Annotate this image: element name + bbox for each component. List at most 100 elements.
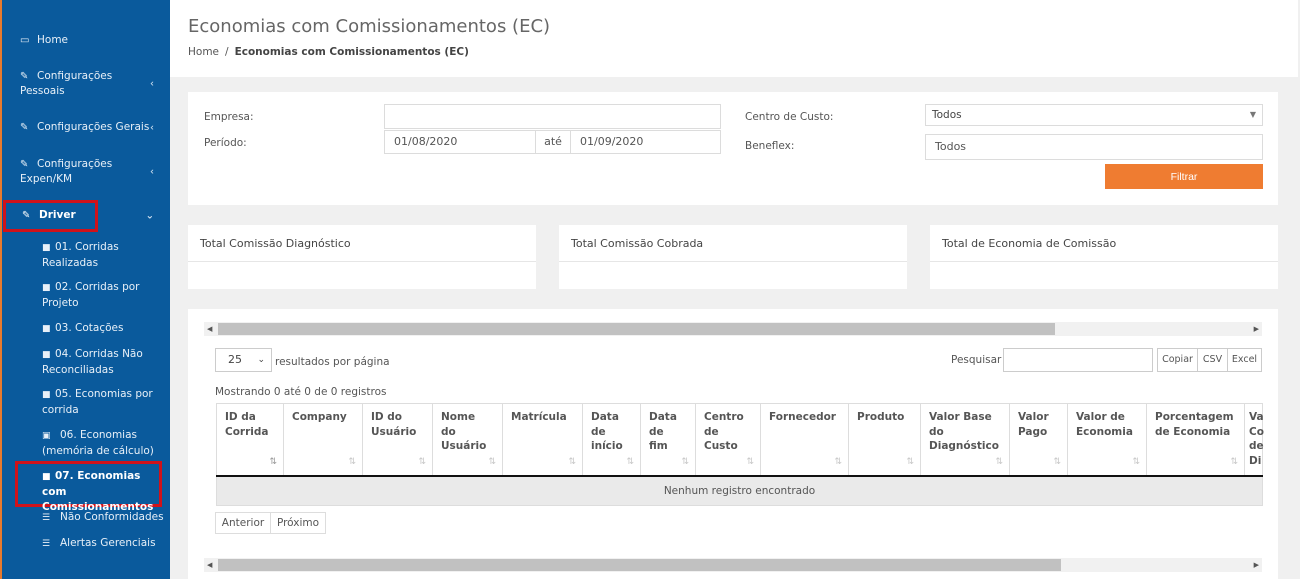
column-header-label: Produto bbox=[857, 411, 905, 423]
column-header[interactable]: Centro de Custo ⇅ bbox=[695, 403, 761, 477]
sidebar-sub-economias-comissionamentos[interactable]: ■ 07. Economias com Comissionamentos bbox=[42, 469, 164, 515]
next-page-button[interactable]: Próximo bbox=[270, 512, 326, 534]
scroll-left-icon[interactable]: ◀ bbox=[207, 322, 212, 336]
sidebar-item-driver[interactable]: ✎ Driver ⌄ bbox=[0, 208, 170, 223]
filter-button[interactable]: Filtrar bbox=[1105, 164, 1263, 189]
column-header-label: do bbox=[929, 425, 944, 438]
breadcrumb-home[interactable]: Home bbox=[188, 46, 219, 58]
sidebar-item-config-pessoais[interactable]: ✎ Configurações Pessoais ‹ bbox=[0, 69, 170, 99]
scrollbar-thumb[interactable] bbox=[218, 559, 1061, 571]
column-header[interactable]: Valor de Economia ⇅ bbox=[1067, 403, 1147, 477]
sidebar-sub-alertas-gerenciais[interactable]: ☰ Alertas Gerenciais bbox=[42, 536, 164, 552]
column-header-label: Nome bbox=[441, 411, 476, 423]
column-header-label: início bbox=[591, 440, 623, 452]
chevron-left-icon: ‹ bbox=[150, 78, 154, 90]
centro-custo-label: Centro de Custo: bbox=[745, 111, 834, 123]
column-header[interactable]: Nome do Usuário ⇅ bbox=[432, 403, 503, 477]
horizontal-scrollbar-bottom[interactable]: ◀ ▶ bbox=[204, 558, 1262, 572]
sidebar-item-config-gerais[interactable]: ✎ Configurações Gerais ‹ bbox=[0, 120, 170, 135]
column-header[interactable]: Va Co de Di bbox=[1244, 403, 1264, 477]
column-header[interactable]: ID do Usuário ⇅ bbox=[362, 403, 433, 477]
horizontal-scrollbar-top[interactable]: ◀ ▶ bbox=[204, 322, 1262, 336]
column-header[interactable]: Data de início ⇅ bbox=[582, 403, 641, 477]
sidebar-sub-economias-corrida[interactable]: ■ 05. Economias por corrida bbox=[42, 387, 164, 418]
sidebar-item-label: Driver bbox=[39, 209, 76, 221]
copy-button[interactable]: Copiar bbox=[1157, 348, 1198, 372]
column-header-label: Matrícula bbox=[511, 411, 567, 423]
beneflex-input[interactable]: Todos bbox=[925, 134, 1263, 160]
sidebar-sub-memoria-calculo[interactable]: ▣ 06. Economias (memória de cálculo) bbox=[42, 428, 168, 459]
empresa-label: Empresa: bbox=[204, 111, 254, 123]
data-table: ID da Corrida ⇅ Company ⇅ ID do Usuário ⇅ Nome do… bbox=[216, 403, 1264, 506]
column-header[interactable]: Fornecedor ⇅ bbox=[760, 403, 849, 477]
sort-icon[interactable]: ⇅ bbox=[418, 455, 426, 470]
sort-icon[interactable]: ⇅ bbox=[348, 455, 356, 470]
total-comissao-diagnostico-card: Total Comissão Diagnóstico bbox=[188, 225, 536, 289]
column-header-label: ID do bbox=[371, 411, 403, 423]
sort-icon[interactable]: ⇅ bbox=[1230, 455, 1238, 470]
search-label: Pesquisar bbox=[951, 354, 1002, 366]
sidebar-sub-corridas-realizadas[interactable]: ■ 01. Corridas Realizadas bbox=[42, 240, 164, 271]
scrollbar-thumb[interactable] bbox=[218, 323, 1055, 335]
sort-icon[interactable]: ⇅ bbox=[1132, 455, 1140, 470]
sort-icon[interactable]: ⇅ bbox=[568, 455, 576, 470]
sidebar-sub-nao-reconciliadas[interactable]: ■ 04. Corridas Não Reconciliadas bbox=[42, 347, 164, 378]
column-header[interactable]: Valor Pago ⇅ bbox=[1009, 403, 1068, 477]
sort-icon[interactable]: ⇅ bbox=[681, 455, 689, 470]
sidebar-item-label: Configurações bbox=[37, 158, 113, 170]
column-header-label: Porcentagem bbox=[1155, 411, 1234, 423]
sort-icon[interactable]: ⇅ bbox=[626, 455, 634, 470]
centro-custo-select[interactable]: Todos ▼ bbox=[925, 104, 1263, 126]
empresa-input[interactable] bbox=[384, 104, 721, 129]
document-icon: ■ bbox=[42, 350, 51, 360]
date-from-input[interactable]: 01/08/2020 bbox=[384, 130, 536, 154]
column-header-label: Fornecedor bbox=[769, 411, 836, 423]
sort-icon[interactable]: ⇅ bbox=[269, 455, 277, 470]
page-title: Economias com Comissionamentos (EC) bbox=[188, 16, 551, 37]
sort-icon[interactable]: ⇅ bbox=[1053, 455, 1061, 470]
column-header[interactable]: Valor Base do Diagnóstico ⇅ bbox=[920, 403, 1010, 477]
column-header[interactable]: ID da Corrida ⇅ bbox=[216, 403, 284, 477]
page-length-select[interactable]: 25 ⌄ bbox=[215, 348, 272, 372]
column-header[interactable]: Data de fim ⇅ bbox=[640, 403, 696, 477]
scroll-left-icon[interactable]: ◀ bbox=[207, 558, 212, 572]
column-header[interactable]: Matrícula ⇅ bbox=[502, 403, 583, 477]
scroll-right-icon[interactable]: ▶ bbox=[1254, 322, 1259, 336]
sidebar-item-label: corrida bbox=[42, 404, 79, 416]
sort-icon[interactable]: ⇅ bbox=[488, 455, 496, 470]
sidebar-item-home[interactable]: ▭ Home bbox=[0, 33, 170, 48]
column-header[interactable]: Porcentagem de Economia ⇅ bbox=[1146, 403, 1245, 477]
prev-page-button[interactable]: Anterior bbox=[215, 512, 271, 534]
sort-icon[interactable]: ⇅ bbox=[906, 455, 914, 470]
column-header[interactable]: Company ⇅ bbox=[283, 403, 363, 477]
edit-icon: ✎ bbox=[20, 122, 29, 133]
breadcrumb-current: Economias com Comissionamentos (EC) bbox=[234, 46, 469, 58]
sidebar-item-label: 03. Cotações bbox=[55, 322, 124, 334]
list-icon: ☰ bbox=[42, 513, 51, 523]
csv-button[interactable]: CSV bbox=[1197, 348, 1228, 372]
sidebar-sub-corridas-projeto[interactable]: ■ 02. Corridas por Projeto bbox=[42, 280, 164, 311]
column-header-label: Data bbox=[649, 411, 677, 423]
search-input[interactable] bbox=[1003, 348, 1153, 372]
column-header-label: Co bbox=[1249, 425, 1264, 438]
date-to-input[interactable]: 01/09/2020 bbox=[570, 130, 721, 154]
sort-icon[interactable]: ⇅ bbox=[746, 455, 754, 470]
sort-icon[interactable]: ⇅ bbox=[995, 455, 1003, 470]
sidebar-item-config-expen[interactable]: ✎ Configurações Expen/KM ‹ bbox=[0, 157, 170, 187]
table-info: Mostrando 0 até 0 de 0 registros bbox=[215, 386, 387, 398]
column-header-label: Di bbox=[1249, 454, 1262, 467]
column-header[interactable]: Produto ⇅ bbox=[848, 403, 921, 477]
page-length-value: 25 bbox=[228, 353, 242, 366]
excel-button[interactable]: Excel bbox=[1227, 348, 1262, 372]
sort-icon[interactable]: ⇅ bbox=[834, 455, 842, 470]
document-icon: ■ bbox=[42, 390, 51, 400]
column-header-label: de bbox=[591, 425, 606, 438]
sidebar-sub-cotacoes[interactable]: ■ 03. Cotações bbox=[42, 321, 164, 337]
table-header-row: ID da Corrida ⇅ Company ⇅ ID do Usuário ⇅ Nome do… bbox=[216, 403, 1264, 477]
scroll-right-icon[interactable]: ▶ bbox=[1254, 558, 1259, 572]
column-header-label: de bbox=[1249, 440, 1264, 452]
sidebar-item-label: 07. Economias com bbox=[42, 470, 141, 498]
sidebar-item-label: 05. Economias por bbox=[55, 388, 153, 400]
sidebar-sub-nao-conformidades[interactable]: ☰ Não Conformidades bbox=[42, 510, 164, 526]
chevron-left-icon: ‹ bbox=[150, 122, 154, 133]
